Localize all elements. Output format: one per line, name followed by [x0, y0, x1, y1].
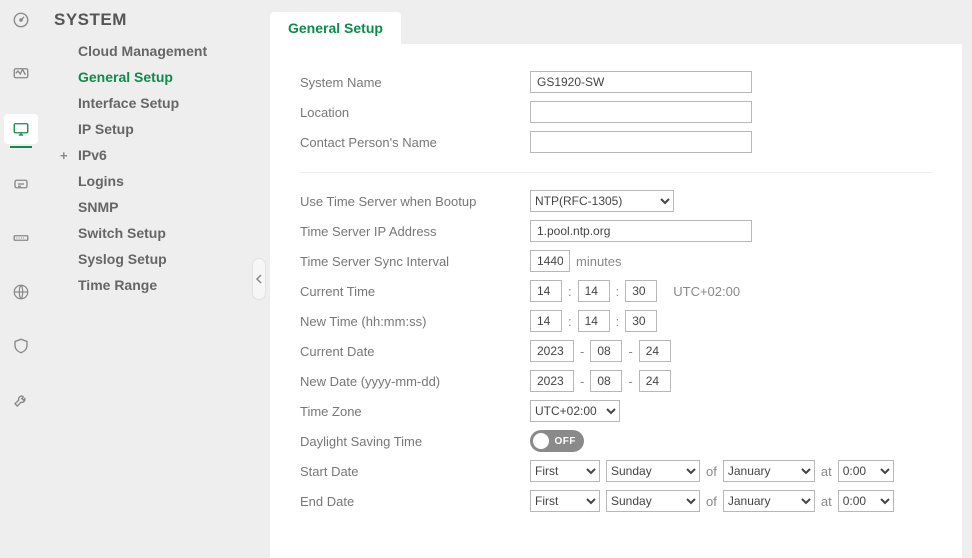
toggle-knob — [533, 433, 549, 449]
expand-icon: + — [60, 148, 68, 163]
current-time-h[interactable] — [530, 280, 562, 302]
start-date-month[interactable]: January — [723, 460, 815, 482]
nav-port-icon[interactable] — [0, 170, 42, 198]
section-time: Use Time Server when Bootup NTP(RFC-1305… — [300, 187, 932, 531]
sidebar-item-label: IPv6 — [78, 147, 107, 163]
sidebar-item-time-range[interactable]: Time Range — [42, 272, 260, 298]
location-label: Location — [300, 105, 530, 120]
current-time-m[interactable] — [578, 280, 610, 302]
sync-interval-label: Time Server Sync Interval — [300, 254, 530, 269]
current-time-s[interactable] — [625, 280, 657, 302]
end-date-time[interactable]: 0:00 — [838, 490, 894, 512]
new-date-y[interactable] — [530, 370, 574, 392]
location-input[interactable] — [530, 101, 752, 123]
time-zone-select[interactable]: UTC+02:00 — [530, 400, 620, 422]
use-time-server-select[interactable]: NTP(RFC-1305) — [530, 190, 674, 212]
icon-rail — [0, 0, 42, 558]
current-date-m[interactable] — [590, 340, 622, 362]
sidebar-header: SYSTEM — [42, 10, 260, 38]
time-server-ip-label: Time Server IP Address — [300, 224, 530, 239]
sidebar-item-ip-setup[interactable]: IP Setup — [42, 116, 260, 142]
new-time-s[interactable] — [625, 310, 657, 332]
sidebar: SYSTEM Cloud Management General Setup In… — [42, 0, 260, 558]
nav-monitor-icon[interactable] — [0, 60, 42, 88]
contact-input[interactable] — [530, 131, 752, 153]
current-time-tz: UTC+02:00 — [673, 284, 740, 299]
nav-switching-icon[interactable] — [0, 224, 42, 252]
current-date-y[interactable] — [530, 340, 574, 362]
new-time-m[interactable] — [578, 310, 610, 332]
sidebar-item-interface-setup[interactable]: Interface Setup — [42, 90, 260, 116]
sidebar-item-syslog-setup[interactable]: Syslog Setup — [42, 246, 260, 272]
use-time-server-label: Use Time Server when Bootup — [300, 194, 530, 209]
sidebar-item-logins[interactable]: Logins — [42, 168, 260, 194]
time-server-ip-input[interactable] — [530, 220, 752, 242]
nav-dashboard-icon[interactable] — [0, 6, 42, 34]
new-date-m[interactable] — [590, 370, 622, 392]
sidebar-item-cloud-management[interactable]: Cloud Management — [42, 38, 260, 64]
current-time-label: Current Time — [300, 284, 530, 299]
new-date-label: New Date (yyyy-mm-dd) — [300, 374, 530, 389]
sidebar-collapse-handle[interactable] — [252, 258, 266, 300]
new-date-d[interactable] — [639, 370, 671, 392]
toggle-label: OFF — [555, 436, 577, 447]
new-time-h[interactable] — [530, 310, 562, 332]
start-date-time[interactable]: 0:00 — [838, 460, 894, 482]
sync-interval-input[interactable] — [530, 250, 570, 272]
sidebar-item-general-setup[interactable]: General Setup — [42, 64, 260, 90]
nav-system-icon[interactable] — [4, 114, 38, 144]
nav-networking-icon[interactable] — [0, 278, 42, 306]
new-time-label: New Time (hh:mm:ss) — [300, 314, 530, 329]
time-zone-label: Time Zone — [300, 404, 530, 419]
start-date-label: Start Date — [300, 464, 530, 479]
sync-interval-unit: minutes — [576, 254, 622, 269]
current-date-label: Current Date — [300, 344, 530, 359]
sidebar-item-switch-setup[interactable]: Switch Setup — [42, 220, 260, 246]
sidebar-item-snmp[interactable]: SNMP — [42, 194, 260, 220]
end-date-label: End Date — [300, 494, 530, 509]
system-name-input[interactable] — [530, 71, 752, 93]
sidebar-item-ipv6[interactable]: + IPv6 — [42, 142, 260, 168]
contact-label: Contact Person's Name — [300, 135, 530, 150]
nav-maintenance-icon[interactable] — [0, 386, 42, 414]
end-date-ordinal[interactable]: First — [530, 490, 600, 512]
end-date-day[interactable]: Sunday — [606, 490, 700, 512]
start-date-day[interactable]: Sunday — [606, 460, 700, 482]
end-date-month[interactable]: January — [723, 490, 815, 512]
start-date-ordinal[interactable]: First — [530, 460, 600, 482]
main-area: General Setup System Name Location Conta… — [260, 0, 972, 558]
nav-security-icon[interactable] — [0, 332, 42, 360]
section-identity: System Name Location Contact Person's Na… — [300, 68, 932, 173]
tab-general-setup[interactable]: General Setup — [270, 12, 401, 44]
dst-toggle[interactable]: OFF — [530, 430, 584, 452]
system-name-label: System Name — [300, 75, 530, 90]
tabbar: General Setup — [270, 10, 962, 44]
panel-general-setup: System Name Location Contact Person's Na… — [270, 44, 962, 558]
current-date-d[interactable] — [639, 340, 671, 362]
dst-label: Daylight Saving Time — [300, 434, 530, 449]
